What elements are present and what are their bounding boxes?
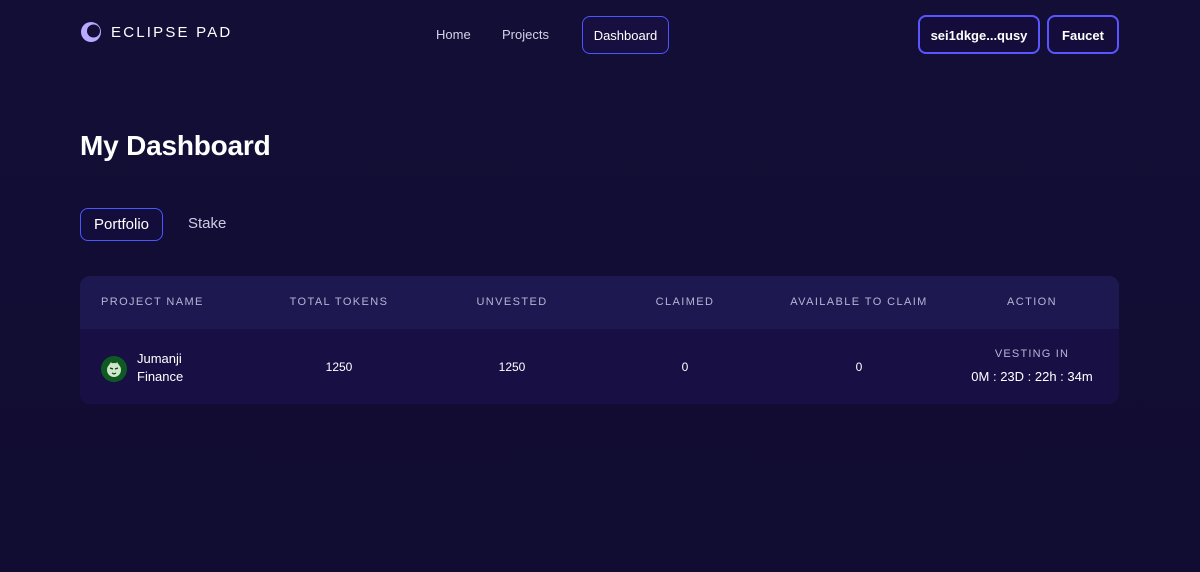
nav-dashboard[interactable]: Dashboard xyxy=(582,16,669,54)
vesting-countdown: 0M : 23D : 22h : 34m xyxy=(971,369,1093,384)
col-header-available-to-claim: AVAILABLE TO CLAIM xyxy=(790,296,928,308)
project-name[interactable]: Jumanji Finance xyxy=(137,350,217,386)
nav-projects[interactable]: Projects xyxy=(502,16,549,54)
tab-portfolio[interactable]: Portfolio xyxy=(80,208,163,241)
total-tokens-cell: 1250 xyxy=(325,360,353,374)
table-header: PROJECT NAME TOTAL TOKENS UNVESTED CLAIM… xyxy=(80,276,1119,329)
claimed-cell: 0 xyxy=(681,360,689,374)
nav-home[interactable]: Home xyxy=(436,16,471,54)
available-to-claim-cell: 0 xyxy=(855,360,863,374)
col-header-action: ACTION xyxy=(1007,296,1057,308)
vesting-status-label: VESTING IN xyxy=(994,348,1070,360)
col-header-project-name: PROJECT NAME xyxy=(101,296,204,308)
tab-stake[interactable]: Stake xyxy=(188,208,226,241)
col-header-unvested: UNVESTED xyxy=(476,296,548,308)
col-header-total-tokens: TOTAL TOKENS xyxy=(289,296,389,308)
table-row[interactable]: Jumanji Finance 1250 1250 0 0 VESTING IN… xyxy=(80,329,1119,404)
portfolio-table: PROJECT NAME TOTAL TOKENS UNVESTED CLAIM… xyxy=(80,276,1119,404)
unvested-cell: 1250 xyxy=(498,360,526,374)
page-title: My Dashboard xyxy=(80,130,271,161)
col-header-claimed: CLAIMED xyxy=(655,296,715,308)
tiger-avatar-icon xyxy=(101,356,127,382)
top-header: ECLIPSE PAD Home Projects Dashboard sei1… xyxy=(0,0,1200,70)
faucet-button[interactable]: Faucet xyxy=(1047,15,1119,54)
page: ECLIPSE PAD Home Projects Dashboard sei1… xyxy=(0,0,1200,572)
wallet-button[interactable]: sei1dkge...qusy xyxy=(918,15,1040,54)
